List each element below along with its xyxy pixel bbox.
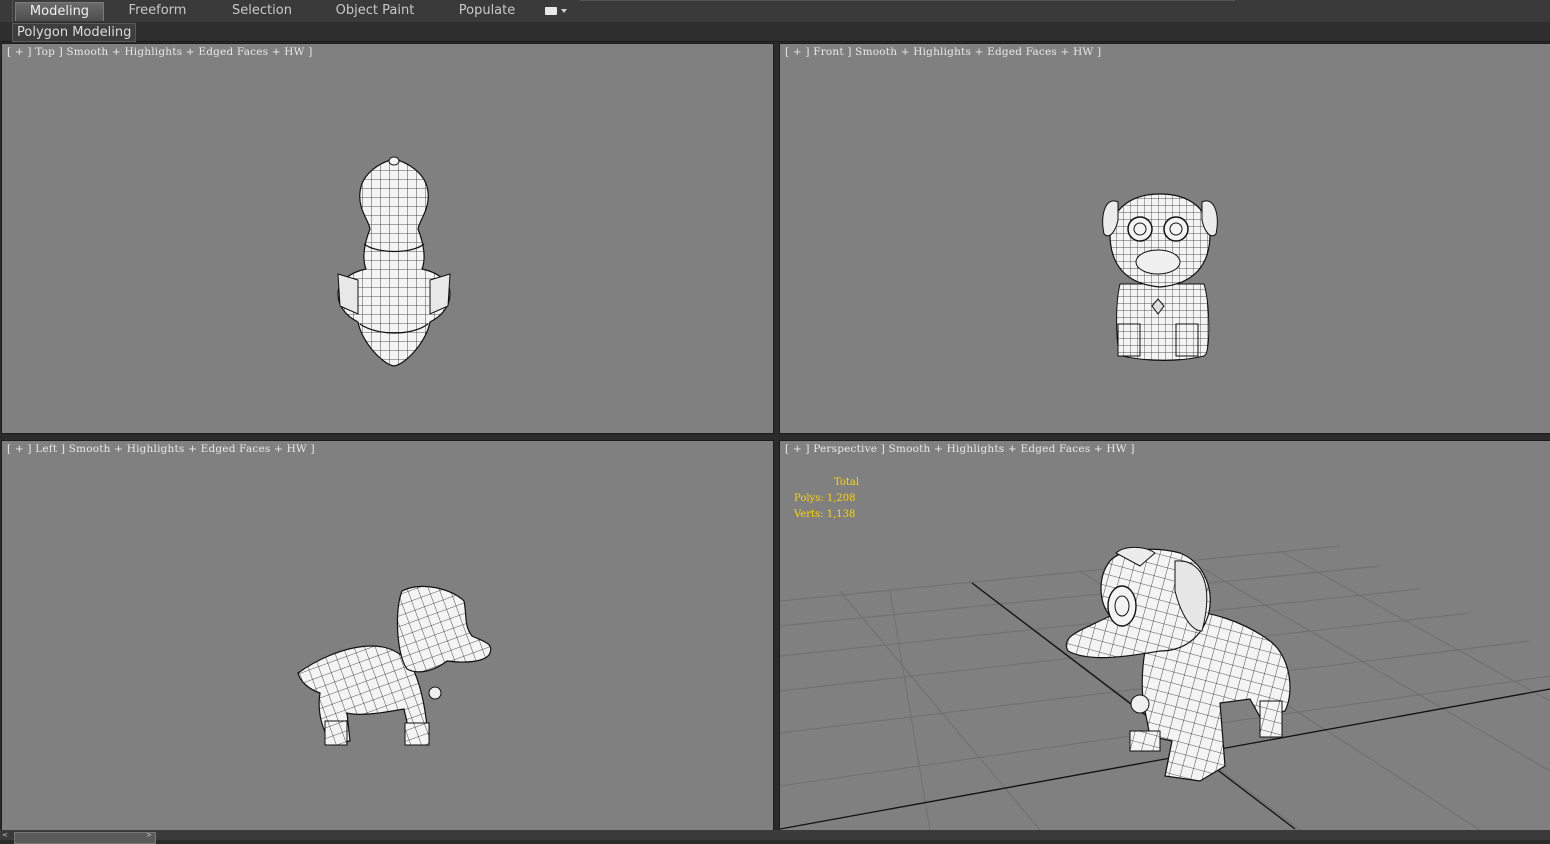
ribbon-tab-bar: Modeling Freeform Selection Object Paint…	[0, 0, 1550, 23]
ribbon-options-icon	[545, 7, 557, 15]
ribbon-grip[interactable]	[0, 0, 13, 22]
time-next-arrow[interactable]: >	[146, 831, 152, 839]
viewport-top[interactable]: [ + ] Top ] Smooth + Highlights + Edged …	[1, 43, 774, 434]
viewport-perspective[interactable]: [ + ] Perspective ] Smooth + Highlights …	[779, 440, 1550, 831]
polygon-modeling-panel[interactable]: Polygon Modeling	[12, 23, 137, 42]
tab-freeform[interactable]: Freeform	[120, 2, 195, 20]
dog-model-front-view	[1102, 193, 1218, 361]
time-prev-arrow[interactable]: <	[2, 831, 8, 839]
perspective-scene	[780, 545, 1550, 830]
dog-model-left-view	[297, 585, 492, 746]
time-slider[interactable]	[14, 832, 156, 844]
tab-populate[interactable]: Populate	[452, 2, 522, 20]
chevron-down-icon	[561, 9, 567, 13]
ribbon-panel-strip: Polygon Modeling	[0, 22, 1550, 42]
tab-modeling[interactable]: Modeling	[15, 2, 104, 21]
dog-model-top-view	[337, 156, 451, 367]
viewport-front[interactable]: [ + ] Front ] Smooth + Highlights + Edge…	[779, 43, 1550, 434]
timeline-bar: < >	[0, 830, 1550, 844]
ribbon-options-dropdown[interactable]	[543, 4, 567, 18]
tab-object-paint[interactable]: Object Paint	[330, 2, 420, 20]
viewport-left[interactable]: [ + ] Left ] Smooth + Highlights + Edged…	[1, 440, 774, 831]
ribbon-divider	[580, 0, 1235, 1]
tab-selection[interactable]: Selection	[222, 2, 302, 20]
